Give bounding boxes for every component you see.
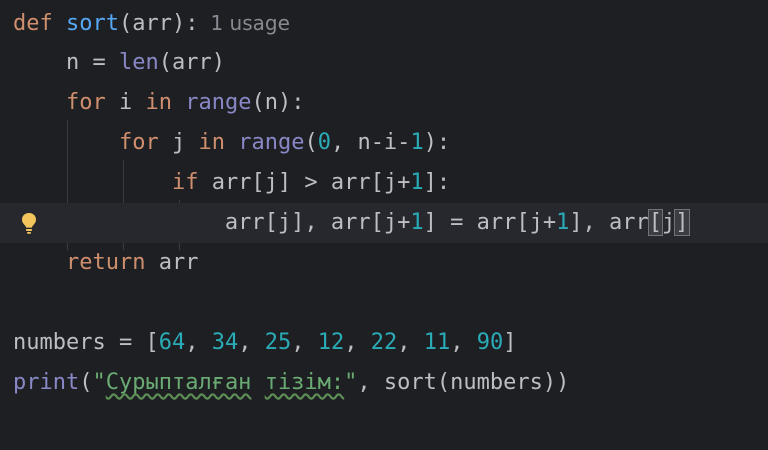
code-line[interactable]: for i in range(n): — [0, 83, 768, 123]
number-literal: 34 — [211, 330, 239, 355]
code-text: ], arr — [569, 210, 649, 235]
code-text: , n-i- — [330, 130, 411, 155]
builtin-name: range — [238, 130, 305, 155]
code-text: , sort(numbers)) — [357, 370, 570, 395]
lightbulb-icon[interactable] — [20, 211, 38, 235]
code-line[interactable]: return arr — [0, 243, 768, 283]
number-literal: 12 — [317, 330, 345, 355]
string-word-typo: тізім: — [264, 370, 345, 395]
code-text: (n): — [251, 90, 305, 115]
code-line[interactable]: numbers = [64, 34, 25, 12, 22, 11, 90] — [0, 323, 768, 363]
keyword: for — [65, 90, 106, 115]
number-literal: 1 — [410, 130, 424, 155]
code-text: , — [397, 330, 424, 355]
function-name: sort — [66, 11, 119, 36]
code-text: , — [238, 330, 265, 355]
code-line-empty[interactable] — [0, 283, 768, 323]
number-literal: 0 — [317, 130, 331, 155]
string-word-typo: Сурыпталған — [105, 370, 252, 395]
number-literal: 25 — [264, 330, 292, 355]
code-text: j — [158, 130, 199, 155]
code-text: n = — [65, 50, 119, 75]
usage-hint[interactable]: 1 usage — [210, 11, 289, 35]
keyword: return — [65, 250, 146, 275]
number-literal: 64 — [158, 330, 186, 355]
string-quote: " — [344, 370, 358, 395]
number-literal: 11 — [423, 330, 451, 355]
string-quote: " — [92, 370, 106, 395]
code-text: ] = arr[j+ — [423, 210, 557, 235]
code-text: j — [662, 210, 676, 235]
number-literal: 1 — [410, 170, 424, 195]
code-text: ] — [503, 330, 517, 355]
code-line-current[interactable]: arr[j], arr[j+1] = arr[j+1], arr[j] — [0, 203, 768, 243]
number-literal: 22 — [370, 330, 398, 355]
code-line[interactable]: for j in range(0, n-i-1): — [0, 123, 768, 163]
builtin-name: print — [13, 370, 80, 395]
keyword: for — [118, 130, 159, 155]
builtin-name: range — [185, 90, 252, 115]
code-text: ): — [423, 130, 451, 155]
code-line[interactable]: print("Сурыпталған тізім:", sort(numbers… — [0, 363, 768, 403]
code-text: arr[j], arr[j+ — [224, 210, 411, 235]
number-literal: 90 — [476, 330, 504, 355]
number-literal: 1 — [556, 210, 570, 235]
keyword: def — [13, 11, 53, 36]
number-literal: 1 — [410, 210, 424, 235]
builtin-name: len — [118, 50, 159, 75]
code-text: , — [344, 330, 371, 355]
code-text: (arr) — [158, 50, 225, 75]
code-line[interactable]: def sort(arr): 1 usage — [0, 3, 768, 43]
matched-bracket: ] — [674, 209, 690, 236]
code-text: ]: — [423, 170, 451, 195]
code-text: ( — [304, 130, 318, 155]
code-text: numbers = [ — [13, 330, 159, 355]
keyword: in — [145, 90, 172, 115]
code-text: i — [105, 90, 146, 115]
code-line[interactable]: n = len(arr) — [0, 43, 768, 83]
string-space — [251, 370, 264, 395]
code-text: (arr): — [118, 11, 199, 36]
code-text: , — [450, 330, 477, 355]
code-text: , — [185, 330, 212, 355]
keyword: if — [171, 170, 199, 195]
code-text: ( — [79, 370, 93, 395]
code-text: arr — [145, 250, 199, 275]
code-editor[interactable]: def sort(arr): 1 usage n = len(arr) for i… — [0, 0, 768, 450]
code-line[interactable]: if arr[j] > arr[j+1]: — [0, 163, 768, 203]
code-text: arr[j] > arr[j+ — [198, 170, 411, 195]
keyword: in — [198, 130, 225, 155]
code-text: , — [291, 330, 318, 355]
matched-bracket: [ — [647, 209, 664, 236]
